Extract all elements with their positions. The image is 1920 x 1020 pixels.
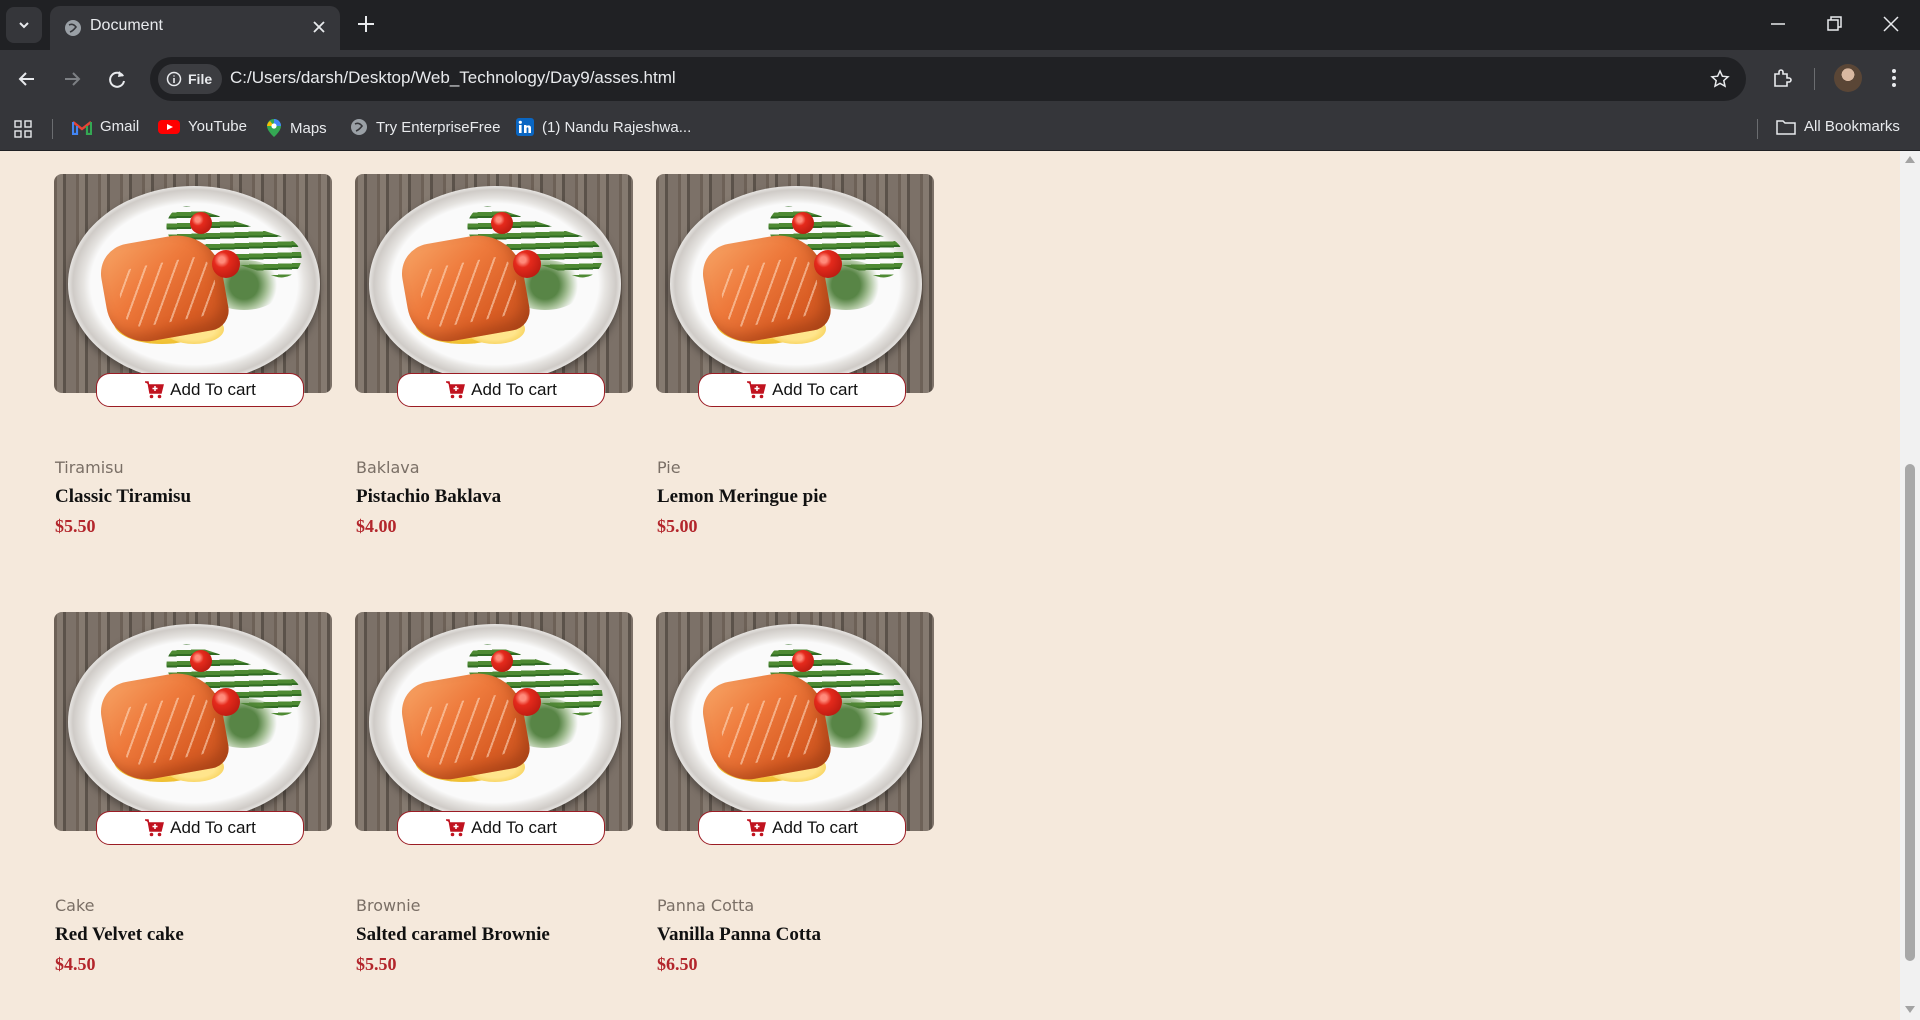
product-price: $5.50 xyxy=(55,516,96,536)
bookmark-youtube[interactable]: YouTube xyxy=(158,118,247,135)
product-price: $5.50 xyxy=(356,954,397,974)
bookmark-maps[interactable]: Maps xyxy=(266,118,327,138)
food-image xyxy=(54,174,332,393)
globe-icon xyxy=(65,20,81,36)
food-image xyxy=(54,612,332,831)
tab-search-button[interactable] xyxy=(6,7,42,43)
add-to-cart-button[interactable]: Add To cart xyxy=(96,373,304,407)
bookmark-label: Gmail xyxy=(100,118,140,135)
folder-icon xyxy=(1776,119,1796,135)
cart-icon xyxy=(747,381,767,399)
add-to-cart-label: Add To cart xyxy=(471,818,557,837)
bookmark-linkedin[interactable]: (1) Nandu Rajeshwa... xyxy=(516,118,691,136)
chevron-down-icon xyxy=(19,22,29,29)
add-to-cart-button[interactable]: Add To cart xyxy=(397,811,605,845)
add-to-cart-label: Add To cart xyxy=(170,818,256,837)
bookmark-star-icon[interactable] xyxy=(1710,69,1730,89)
add-to-cart-button[interactable]: Add To cart xyxy=(698,373,906,407)
youtube-icon xyxy=(158,119,180,134)
site-info-chip[interactable]: File xyxy=(158,64,222,94)
file-label: File xyxy=(188,71,213,87)
browser-titlebar: Document xyxy=(0,0,1920,50)
product-name: Salted caramel Brownie xyxy=(356,924,550,945)
food-image xyxy=(355,174,633,393)
add-to-cart-button[interactable]: Add To cart xyxy=(96,811,304,845)
url-text[interactable]: C:/Users/darsh/Desktop/Web_Technology/Da… xyxy=(230,68,676,88)
product-category: Baklava xyxy=(356,458,420,477)
cart-icon xyxy=(446,819,466,837)
product-name: Classic Tiramisu xyxy=(55,486,192,507)
add-to-cart-label: Add To cart xyxy=(772,818,858,837)
add-to-cart-label: Add To cart xyxy=(772,380,858,399)
cart-icon xyxy=(145,819,165,837)
food-image xyxy=(355,612,633,831)
bookmarks-bar: Gmail YouTube Maps Try EnterpriseFree (1… xyxy=(0,107,1920,151)
globe-icon xyxy=(351,119,367,135)
browser-toolbar: File C:/Users/darsh/Desktop/Web_Technolo… xyxy=(0,50,1920,107)
minimize-icon[interactable] xyxy=(1768,14,1788,34)
reload-icon[interactable] xyxy=(106,68,128,90)
bookmarks-divider xyxy=(1757,119,1758,139)
profile-avatar[interactable] xyxy=(1834,64,1862,92)
product-price: $5.00 xyxy=(657,516,698,536)
bookmark-enterprise[interactable]: Try EnterpriseFree xyxy=(350,118,500,136)
linkedin-icon xyxy=(516,118,534,136)
add-to-cart-label: Add To cart xyxy=(471,380,557,399)
cart-icon xyxy=(145,381,165,399)
scroll-up-icon[interactable] xyxy=(1905,155,1915,163)
scrollbar-thumb[interactable] xyxy=(1905,464,1915,961)
extensions-icon[interactable] xyxy=(1770,66,1794,90)
all-bookmarks-label: All Bookmarks xyxy=(1804,118,1900,135)
apps-grid-icon[interactable] xyxy=(14,120,32,138)
product-name: Vanilla Panna Cotta xyxy=(657,924,821,945)
product-category: Cake xyxy=(55,896,95,915)
toolbar-divider xyxy=(1814,68,1815,90)
scroll-down-icon[interactable] xyxy=(1905,1006,1915,1014)
bookmarks-divider xyxy=(52,119,53,139)
new-tab-icon[interactable] xyxy=(354,12,378,36)
close-tab-icon[interactable] xyxy=(310,18,328,36)
tab-title: Document xyxy=(90,17,163,34)
forward-arrow-icon[interactable] xyxy=(61,68,83,90)
bookmark-label: Try EnterpriseFree xyxy=(376,118,501,136)
maps-icon xyxy=(267,119,281,137)
product-name: Pistachio Baklava xyxy=(356,486,502,507)
back-arrow-icon[interactable] xyxy=(16,68,38,90)
food-image xyxy=(656,174,934,393)
product-price: $6.50 xyxy=(657,954,698,974)
cart-icon xyxy=(446,381,466,399)
product-category: Tiramisu xyxy=(55,458,124,477)
product-category: Pie xyxy=(657,458,681,477)
product-name: Red Velvet cake xyxy=(55,924,184,945)
product-price: $4.50 xyxy=(55,954,96,974)
page-scrollbar[interactable] xyxy=(1900,151,1920,1020)
add-to-cart-button[interactable]: Add To cart xyxy=(397,373,605,407)
gmail-icon xyxy=(72,120,92,135)
bookmark-label: YouTube xyxy=(188,118,247,135)
menu-kebab-icon[interactable] xyxy=(1884,66,1904,90)
add-to-cart-label: Add To cart xyxy=(170,380,256,399)
add-to-cart-button[interactable]: Add To cart xyxy=(698,811,906,845)
close-window-icon[interactable] xyxy=(1881,14,1901,34)
product-category: Panna Cotta xyxy=(657,896,755,915)
page-viewport: Add To cart Tiramisu Classic Tiramisu $5… xyxy=(0,151,1900,1020)
bookmark-label: (1) Nandu Rajeshwa... xyxy=(542,118,692,136)
restore-icon[interactable] xyxy=(1824,14,1844,34)
product-price: $4.00 xyxy=(356,516,397,536)
address-bar[interactable]: File C:/Users/darsh/Desktop/Web_Technolo… xyxy=(150,57,1746,101)
bookmark-label: Maps xyxy=(290,119,327,137)
cart-icon xyxy=(747,819,767,837)
info-icon xyxy=(166,71,182,87)
food-image xyxy=(656,612,934,831)
bookmark-gmail[interactable]: Gmail xyxy=(72,118,139,135)
product-category: Brownie xyxy=(356,896,421,915)
product-name: Lemon Meringue pie xyxy=(657,486,827,507)
all-bookmarks[interactable]: All Bookmarks xyxy=(1776,118,1900,135)
browser-tab[interactable]: Document xyxy=(50,6,340,50)
